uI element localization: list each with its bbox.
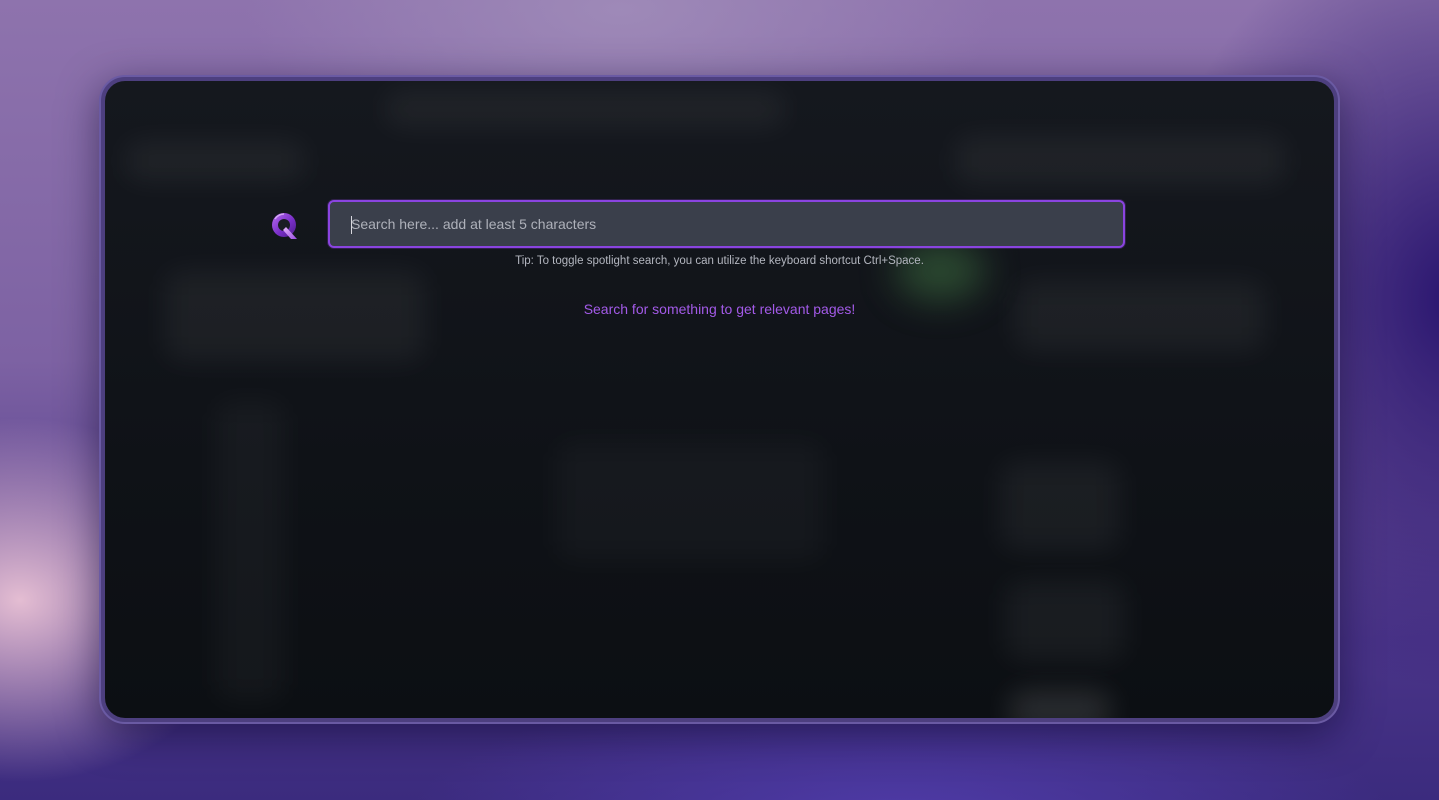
- blurred-background-block: [1000, 461, 1120, 551]
- blurred-background-block: [555, 441, 825, 561]
- blurred-background-block: [955, 136, 1285, 184]
- keyboard-shortcut-tip: Tip: To toggle spotlight search, you can…: [515, 255, 924, 267]
- blurred-background-block: [385, 91, 785, 127]
- q-logo-icon: [270, 211, 300, 241]
- blurred-background-glow: [895, 241, 985, 301]
- empty-state-message: Search for something to get relevant pag…: [583, 301, 856, 317]
- blurred-background-block: [125, 141, 305, 181]
- blurred-background-block: [1005, 581, 1125, 661]
- blurred-background-block: [215, 401, 285, 701]
- search-box[interactable]: [328, 200, 1125, 248]
- spotlight-overlay: Tip: To toggle spotlight search, you can…: [105, 81, 1334, 718]
- search-input[interactable]: [330, 202, 1123, 246]
- text-caret: [351, 216, 352, 234]
- blurred-background-block: [1010, 691, 1110, 718]
